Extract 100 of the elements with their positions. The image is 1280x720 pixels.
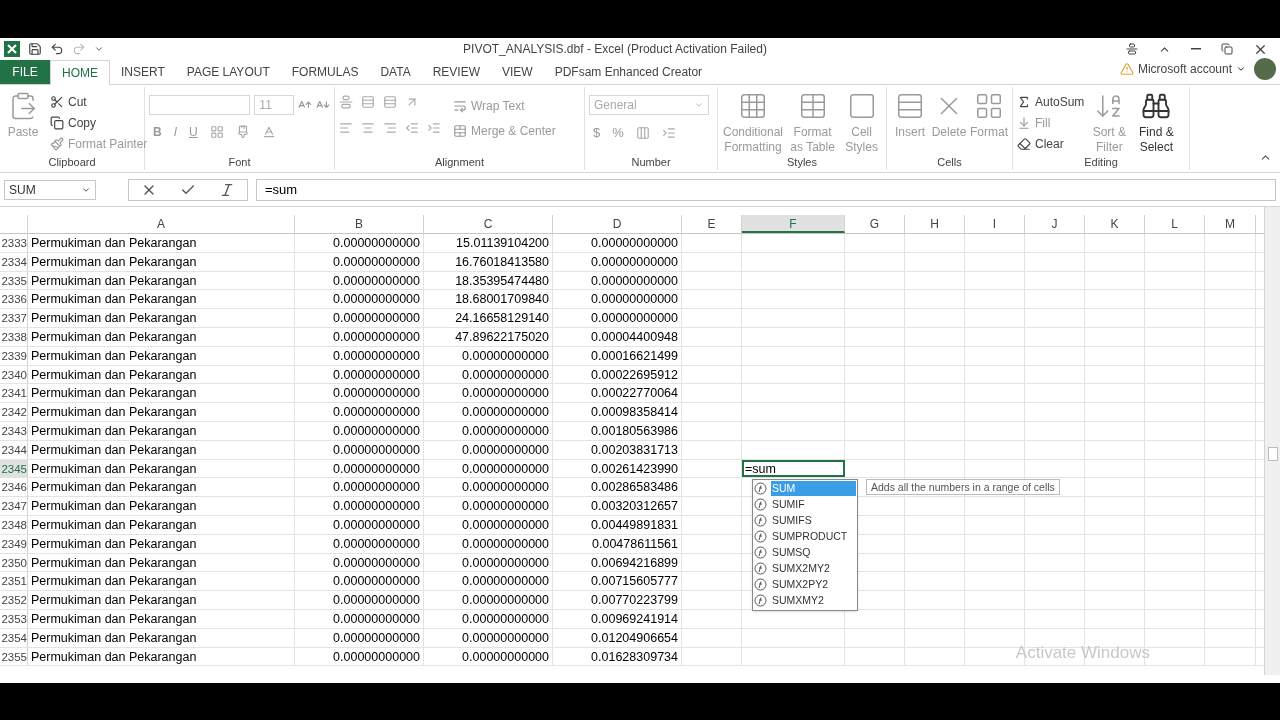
row-header[interactable]: 2346 <box>0 478 28 497</box>
table-cell: 16.76018413580 <box>424 252 553 271</box>
row-header[interactable]: 2349 <box>0 534 28 553</box>
clear-button[interactable]: Clear <box>1017 133 1085 154</box>
column-header[interactable]: D <box>553 215 682 233</box>
table-cell: 0.00000000000 <box>424 421 553 440</box>
autocomplete-item[interactable]: SUMPRODUCT <box>754 528 856 545</box>
column-header[interactable]: A <box>28 215 295 233</box>
table-cell: 0.00000000000 <box>424 515 553 534</box>
row-header[interactable]: 2338 <box>0 328 28 346</box>
file-tab[interactable]: FILE <box>0 60 50 84</box>
autocomplete-item[interactable]: SUMIF <box>754 496 856 513</box>
ribbon-tab[interactable]: DATA <box>369 60 422 84</box>
row-header[interactable]: 2333 <box>0 234 28 252</box>
account-name[interactable]: Microsoft account <box>1137 60 1232 78</box>
column-header[interactable]: F <box>742 215 845 233</box>
find-select-button[interactable]: Find & Select <box>1134 91 1179 155</box>
font-name-field[interactable] <box>149 95 251 115</box>
column-header[interactable]: K <box>1085 215 1145 233</box>
group-label: Cells <box>936 155 963 170</box>
table-cell: Permukiman dan Pekarangan <box>28 403 295 421</box>
table-cell: Permukiman dan Pekarangan <box>28 534 295 553</box>
ribbon-tab[interactable]: INSERT <box>110 60 176 84</box>
outdent-icon <box>405 121 419 135</box>
column-header[interactable]: L <box>1145 215 1205 233</box>
table-cell: 47.89622175020 <box>424 328 553 346</box>
table-cell: Permukiman dan Pekarangan <box>28 328 295 346</box>
row-header[interactable]: 2337 <box>0 309 28 327</box>
row-header[interactable]: 2348 <box>0 515 28 534</box>
name-box[interactable]: SUM <box>4 179 96 200</box>
table-cell: Permukiman dan Pekarangan <box>28 591 295 609</box>
autocomplete-item[interactable]: SUMXMY2 <box>754 592 856 609</box>
table-cell: 0.00180563986 <box>553 421 682 440</box>
column-header[interactable]: C <box>424 215 553 233</box>
undo-icon <box>50 42 64 56</box>
row-header[interactable]: 2352 <box>0 591 28 609</box>
ribbon-tab[interactable]: FORMULAS <box>280 60 370 84</box>
indent-icon <box>427 121 441 135</box>
row-header[interactable]: 2347 <box>0 497 28 515</box>
table-cell: 0.00203831713 <box>553 440 682 459</box>
table-cell: 0.00000000000 <box>553 290 682 309</box>
row-header[interactable]: 2342 <box>0 403 28 421</box>
table-cell: Permukiman dan Pekarangan <box>28 478 295 497</box>
column-header[interactable]: J <box>1025 215 1085 233</box>
ribbon-tab[interactable]: PAGE LAYOUT <box>175 60 281 84</box>
column-header[interactable]: H <box>905 215 965 233</box>
formula-field[interactable]: =sum <box>256 178 1276 201</box>
cells-icon <box>974 91 1004 121</box>
autosum-icon <box>1017 94 1031 109</box>
table-cell: Permukiman dan Pekarangan <box>28 647 295 666</box>
app-logo-icon <box>4 41 20 57</box>
ribbon-tab[interactable]: PDFsam Enhanced Creator <box>543 60 714 84</box>
copy-button[interactable]: Copy <box>50 112 148 133</box>
cells-icon <box>895 91 925 121</box>
autocomplete-item[interactable]: SUMIFS <box>754 512 856 529</box>
row-header[interactable]: 2343 <box>0 421 28 440</box>
autocomplete-item[interactable]: SUMX2PY2 <box>754 576 856 593</box>
row-header[interactable]: 2334 <box>0 252 28 271</box>
row-header[interactable]: 2336 <box>0 290 28 309</box>
row-header[interactable]: 2335 <box>0 271 28 290</box>
row-header[interactable]: 2344 <box>0 440 28 459</box>
column-header[interactable]: M <box>1205 215 1256 233</box>
table-cell: 0.00000000000 <box>295 478 424 497</box>
align-center-icon <box>361 121 375 135</box>
ribbon-tab[interactable]: REVIEW <box>421 60 491 84</box>
row-header[interactable]: 2351 <box>0 572 28 591</box>
autocomplete-item[interactable]: SUMX2MY2 <box>754 560 856 577</box>
table-cell: Permukiman dan Pekarangan <box>28 234 295 252</box>
vertical-scrollbar[interactable] <box>1264 207 1280 675</box>
column-header[interactable]: B <box>295 215 424 233</box>
row-header[interactable]: 2354 <box>0 628 28 647</box>
avatar[interactable] <box>1254 58 1276 80</box>
group-label: Editing <box>1083 155 1119 170</box>
row-header[interactable]: 2355 <box>0 647 28 666</box>
table-cell: 0.00000000000 <box>424 403 553 421</box>
ribbon-tab[interactable]: VIEW <box>491 60 544 84</box>
row-header[interactable]: 2350 <box>0 553 28 572</box>
table-cell: 0.00000000000 <box>295 459 424 478</box>
function-icon <box>754 578 767 592</box>
align-top-icon <box>339 95 353 109</box>
table-cell: 0.00000000000 <box>295 290 424 309</box>
autosum-button[interactable]: AutoSum <box>1017 91 1085 112</box>
table-cell: 0.00000000000 <box>553 271 682 290</box>
merge-center-icon <box>453 123 467 138</box>
row-header[interactable]: 2341 <box>0 384 28 403</box>
row-header[interactable]: 2353 <box>0 609 28 628</box>
table-cell: 0.00000000000 <box>295 534 424 553</box>
group-label: Styles <box>786 155 818 170</box>
table-cell: 0.00000000000 <box>295 403 424 421</box>
align-right-icon <box>383 121 397 135</box>
row-header[interactable]: 2340 <box>0 365 28 384</box>
cut-button[interactable]: Cut <box>50 91 148 112</box>
row-header[interactable]: 2339 <box>0 346 28 365</box>
warning-icon <box>1119 62 1134 76</box>
column-header[interactable]: I <box>965 215 1025 233</box>
column-header[interactable]: G <box>845 215 905 233</box>
ribbon-tab[interactable]: HOME <box>50 60 110 85</box>
table-cell: 0.00098358414 <box>553 403 682 421</box>
fill-icon <box>1017 115 1031 130</box>
autocomplete-item[interactable]: SUMSQ <box>754 544 856 561</box>
